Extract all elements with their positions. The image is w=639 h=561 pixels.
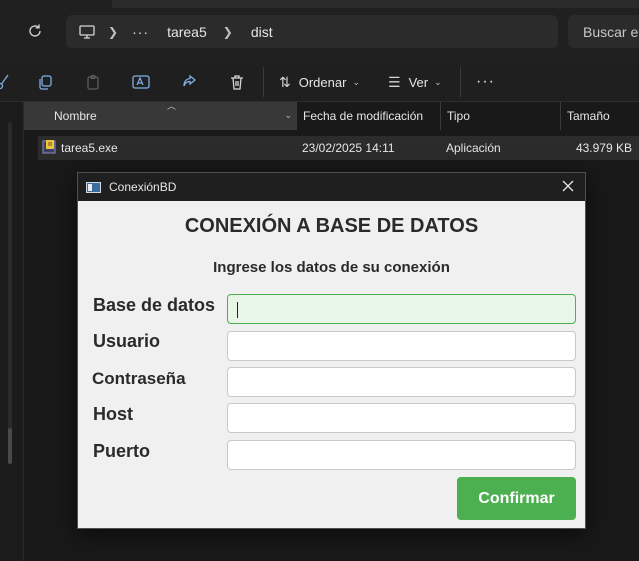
dialog-heading: CONEXIÓN A BASE DE DATOS (184, 215, 479, 237)
copy-icon[interactable] (35, 72, 55, 92)
dialog-title: ConexiónBD (109, 180, 177, 194)
host-label: Host (93, 404, 133, 424)
breadcrumb-item-dist[interactable]: dist (251, 24, 273, 40)
view-label: Ver (408, 74, 429, 90)
port-input[interactable] (227, 440, 576, 470)
more-options-button[interactable]: ··· (476, 70, 495, 94)
delete-icon[interactable] (227, 72, 247, 92)
dialog-subheading: Ingrese los datos de su conexión (213, 259, 450, 276)
password-input[interactable] (227, 367, 576, 397)
host-input[interactable] (227, 403, 576, 433)
column-header-size[interactable]: Tamaño (560, 102, 639, 130)
user-input[interactable] (227, 331, 576, 361)
nav-scrollbar-thumb[interactable] (8, 428, 12, 464)
rename-icon[interactable] (131, 72, 151, 92)
column-header-row: ︿ Nombre ⌄ Fecha de modificación Tipo Ta… (24, 101, 639, 130)
file-explorer-window: ❯ ··· tarea5 ❯ dist Buscar en ⇅ O (0, 0, 639, 561)
refresh-icon[interactable] (24, 20, 46, 42)
sort-label: Ordenar (298, 74, 347, 90)
share-icon[interactable] (179, 72, 199, 92)
column-header-modified[interactable]: Fecha de modificación (296, 102, 440, 130)
nav-scroll-track (8, 122, 12, 462)
breadcrumb-item-tarea5[interactable]: tarea5 (167, 24, 207, 40)
file-modified: 23/02/2025 14:11 (302, 141, 395, 155)
column-header-label: Tamaño (567, 109, 610, 123)
command-bar: ⇅ Ordenar ⌄ ☰ Ver ⌄ ··· (0, 62, 639, 102)
column-header-label: Fecha de modificación (303, 109, 424, 123)
breadcrumb-overflow-button[interactable]: ··· (132, 24, 149, 40)
port-label: Puerto (93, 441, 151, 461)
app-window-icon (86, 181, 101, 193)
tab-strip (112, 0, 639, 8)
file-size: 43.979 KB (575, 141, 632, 155)
address-bar[interactable]: ❯ ··· tarea5 ❯ dist (66, 15, 558, 48)
toolbar-divider (263, 67, 264, 97)
address-bar-region: ❯ ··· tarea5 ❯ dist Buscar en (0, 0, 639, 62)
sort-icon: ⇅ (279, 73, 291, 90)
chevron-down-icon: ⌄ (434, 76, 442, 87)
user-label: Usuario (93, 331, 161, 351)
confirm-button[interactable]: Confirmar (457, 477, 576, 520)
connection-dialog: ConexiónBD CONEXIÓN A BASE DE DATOS Ingr… (77, 172, 586, 529)
chevron-right-icon: ❯ (108, 24, 119, 39)
database-label: Base de datos (93, 295, 216, 315)
computer-icon (78, 23, 96, 41)
database-input[interactable] (227, 294, 576, 324)
text-caret (237, 302, 238, 318)
chevron-right-icon: ❯ (222, 24, 233, 39)
dialog-title-bar[interactable]: ConexiónBD (78, 173, 585, 201)
column-header-label: Tipo (447, 109, 470, 123)
paste-icon[interactable] (83, 72, 103, 92)
sort-ascending-icon: ︿ (167, 101, 177, 111)
chevron-down-icon: ⌄ (352, 76, 360, 87)
sort-button[interactable]: ⇅ Ordenar ⌄ (279, 70, 360, 94)
toolbar-divider (460, 67, 461, 97)
executable-file-icon (42, 139, 58, 158)
navigation-pane (0, 102, 24, 561)
password-label: Contraseña (92, 369, 186, 388)
column-header-type[interactable]: Tipo (440, 102, 560, 130)
close-icon[interactable] (559, 177, 577, 195)
view-icon: ☰ (388, 73, 401, 90)
column-header-label: Nombre (54, 109, 97, 123)
cut-icon[interactable] (0, 72, 14, 92)
file-type: Aplicación (446, 141, 501, 155)
column-header-name[interactable]: ︿ Nombre ⌄ (24, 101, 296, 130)
search-input[interactable]: Buscar en (568, 15, 639, 48)
view-button[interactable]: ☰ Ver ⌄ (388, 70, 442, 94)
file-row[interactable]: tarea5.exe 23/02/2025 14:11 Aplicación 4… (38, 136, 639, 160)
chevron-down-icon[interactable]: ⌄ (284, 110, 292, 121)
file-name: tarea5.exe (61, 141, 118, 155)
